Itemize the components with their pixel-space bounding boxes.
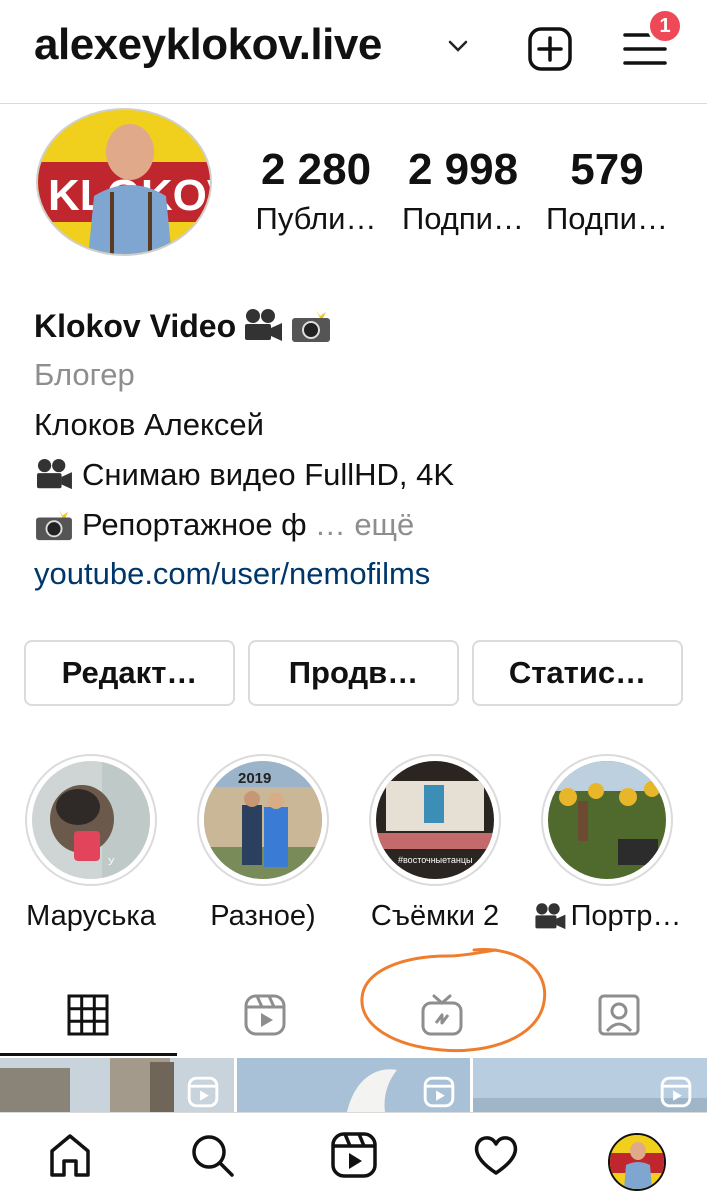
profile-bio: Klokov Video Блогер Клоков Алексей Снима… bbox=[34, 302, 694, 598]
highlight-item[interactable]: #восточныетанцы Съёмки 2 bbox=[360, 754, 510, 933]
tagged-icon bbox=[598, 994, 640, 1036]
tab-grid[interactable] bbox=[0, 975, 176, 1055]
heart-icon[interactable] bbox=[472, 1131, 520, 1179]
username[interactable]: alexeyklokov.live bbox=[34, 20, 382, 70]
highlight-label: Съёмки 2 bbox=[370, 900, 500, 932]
avatar-photo: KLOKOV bbox=[38, 110, 210, 254]
bio-line-3: Репортажное ф… ещё bbox=[34, 500, 694, 550]
highlight-item[interactable]: Портр… bbox=[532, 754, 682, 933]
home-icon[interactable] bbox=[46, 1131, 94, 1179]
highlight-label-text: Портр… bbox=[570, 900, 682, 932]
profile-avatar-nav[interactable] bbox=[608, 1133, 666, 1191]
profile-category: Блогер bbox=[34, 357, 135, 392]
stat-following[interactable]: 579 Подпи… bbox=[540, 145, 674, 237]
highlight-cover: 2019 bbox=[204, 761, 322, 879]
highlight-item[interactable]: 2019 Разное) bbox=[188, 754, 338, 933]
highlight-ring: У bbox=[25, 754, 157, 886]
post-thumbnail[interactable] bbox=[237, 1058, 470, 1112]
profile-name-row: Klokov Video bbox=[34, 302, 694, 350]
highlight-ring bbox=[541, 754, 673, 886]
highlight-ring: #восточныетанцы bbox=[369, 754, 501, 886]
movie-camera-icon bbox=[37, 458, 72, 490]
profile-header: alexeyklokov.live 1 bbox=[0, 0, 707, 100]
bio-text-3: Репортажное ф bbox=[82, 507, 307, 542]
post-thumbnail[interactable] bbox=[473, 1058, 707, 1112]
highlight-cover: #восточныетанцы bbox=[376, 761, 494, 879]
new-post-button[interactable] bbox=[527, 26, 573, 72]
movie-camera-icon bbox=[245, 309, 283, 341]
highlight-overlay-text: #восточныетанцы bbox=[398, 855, 472, 865]
edit-profile-button[interactable]: Редакт… bbox=[24, 640, 235, 706]
profile-tabs bbox=[0, 975, 707, 1055]
header-divider bbox=[0, 103, 707, 104]
stat-followers-label: Подпи… bbox=[401, 201, 525, 236]
stat-following-value: 579 bbox=[570, 145, 644, 194]
camera-flash-icon bbox=[36, 509, 72, 541]
active-tab-indicator bbox=[0, 1053, 177, 1056]
highlight-overlay-text: 2019 bbox=[238, 770, 271, 787]
highlight-item[interactable]: У Маруська bbox=[16, 754, 166, 933]
stat-followers[interactable]: 2 998 Подпи… bbox=[396, 145, 530, 237]
highlight-label: Портр… bbox=[532, 900, 682, 933]
camera-flash-icon bbox=[292, 310, 331, 342]
highlight-label: Маруська bbox=[26, 900, 156, 932]
promote-button[interactable]: Продв… bbox=[248, 640, 459, 706]
insights-button[interactable]: Статис… bbox=[472, 640, 683, 706]
profile-name: Klokov Video bbox=[34, 307, 237, 344]
reels-icon bbox=[244, 994, 286, 1036]
stat-following-label: Подпи… bbox=[545, 201, 669, 236]
stat-posts-label: Публи… bbox=[255, 201, 377, 236]
stat-posts[interactable]: 2 280 Публи… bbox=[250, 145, 382, 237]
highlight-label: Разное) bbox=[210, 900, 316, 932]
movie-camera-icon bbox=[534, 902, 565, 929]
annotation-circle bbox=[360, 948, 547, 1053]
search-icon[interactable] bbox=[188, 1131, 236, 1179]
tab-reels[interactable] bbox=[177, 975, 353, 1055]
post-thumbnail[interactable] bbox=[0, 1058, 234, 1112]
highlight-ring: 2019 bbox=[197, 754, 329, 886]
reels-icon bbox=[187, 1076, 219, 1108]
grid-icon bbox=[67, 994, 109, 1036]
bio-line-1: Клоков Алексей bbox=[34, 400, 694, 450]
reels-icon bbox=[660, 1076, 692, 1108]
highlight-cover: У bbox=[32, 761, 150, 879]
reels-icon bbox=[423, 1076, 455, 1108]
bio-text-1: Клоков Алексей bbox=[34, 407, 264, 442]
bio-line-2: Снимаю видео FullHD, 4K bbox=[34, 450, 694, 500]
bio-text-2: Снимаю видео FullHD, 4K bbox=[82, 457, 455, 492]
profile-website-link[interactable]: youtube.com/user/nemofilms bbox=[34, 550, 694, 598]
stat-posts-value: 2 280 bbox=[260, 145, 372, 194]
tab-tagged[interactable] bbox=[531, 975, 707, 1055]
highlight-overlay-text: У bbox=[108, 857, 115, 868]
highlight-cover bbox=[548, 761, 666, 879]
notification-badge: 1 bbox=[647, 8, 683, 44]
bio-more-link[interactable]: … ещё bbox=[315, 500, 415, 550]
reels-icon[interactable] bbox=[330, 1131, 378, 1179]
stat-followers-value: 2 998 bbox=[407, 145, 519, 194]
posts-grid bbox=[0, 1058, 707, 1112]
chevron-down-icon[interactable] bbox=[446, 36, 470, 56]
profile-avatar[interactable]: KLOKOV bbox=[36, 108, 212, 256]
bottom-navigation bbox=[0, 1112, 707, 1200]
